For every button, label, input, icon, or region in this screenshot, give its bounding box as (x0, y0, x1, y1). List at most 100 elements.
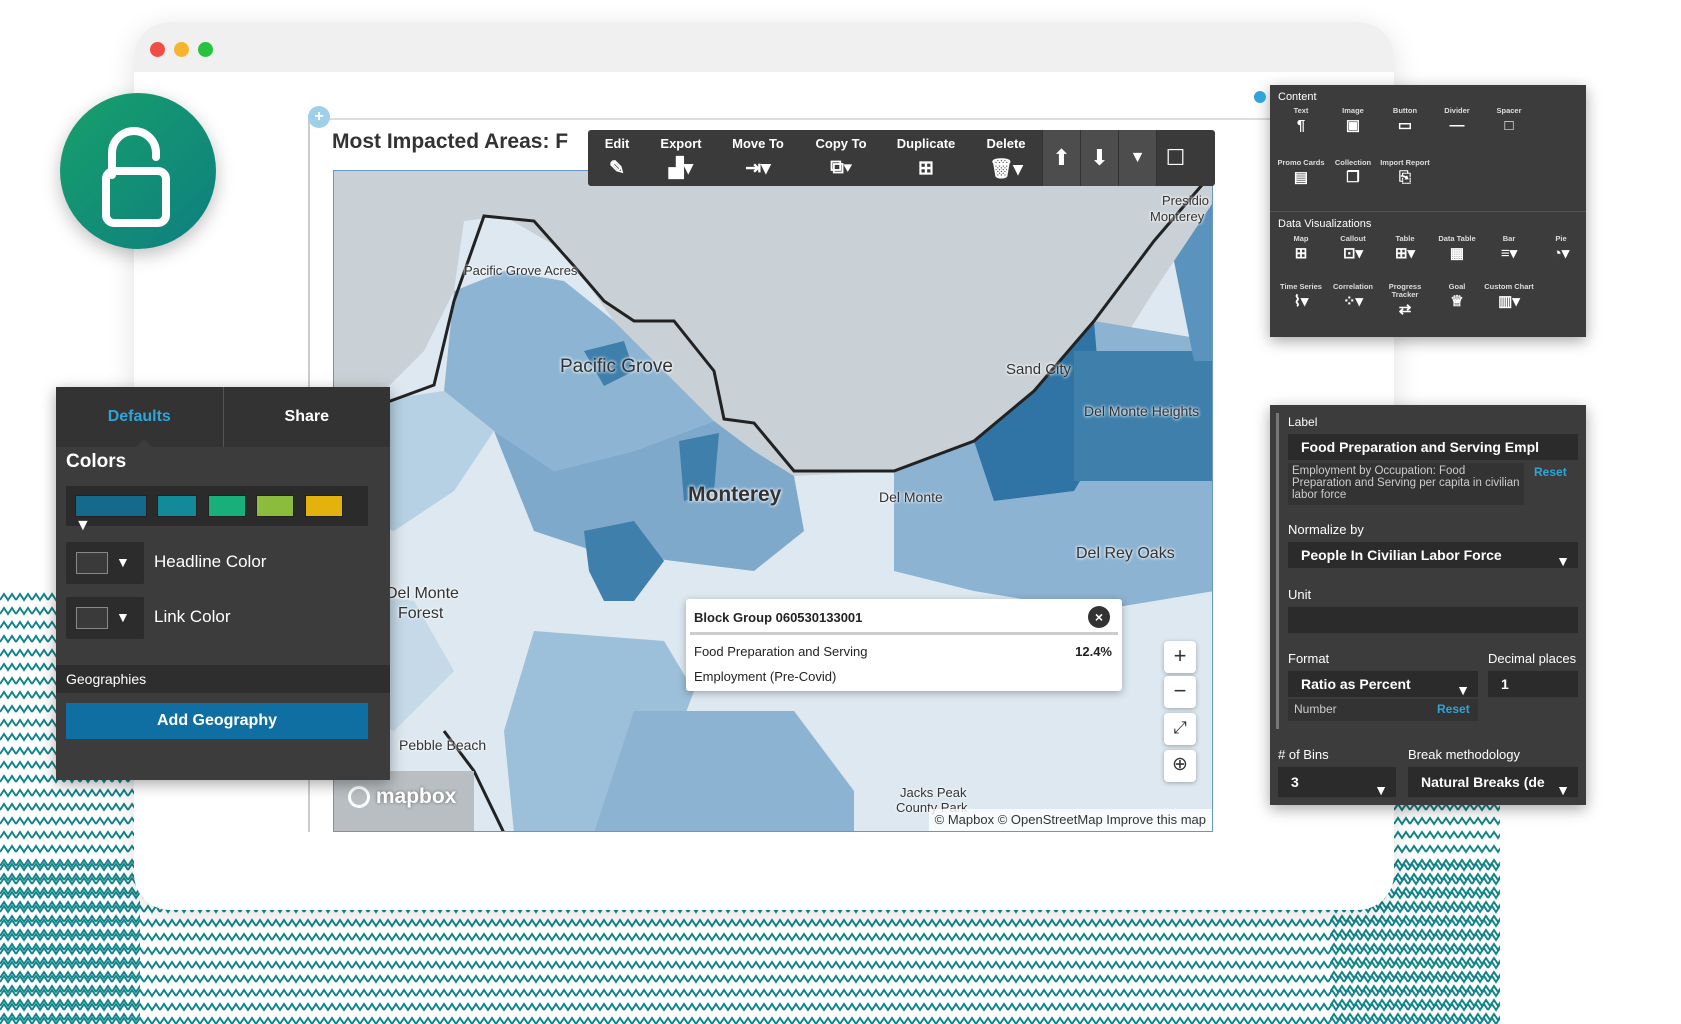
content-heading: Content (1278, 91, 1317, 103)
import-report-icon: ⎘ (1398, 169, 1411, 186)
popup-metric-value: 12.4% (1075, 644, 1112, 659)
content-item-text[interactable]: Text ¶ (1274, 107, 1328, 134)
export-button[interactable]: Export ▟▾ (646, 130, 716, 186)
viz-item-label: Custom Chart (1484, 282, 1534, 291)
move-up-arrow-icon[interactable]: ⬆ (1042, 130, 1080, 186)
panel-tabs: Defaults Share (56, 387, 390, 447)
palette-picker[interactable]: ▼ (66, 486, 368, 534)
choropleth-map[interactable]: Pacific Grove Acres Pacific Grove Monter… (333, 170, 1213, 832)
copy-to-button[interactable]: Copy To ⧉▾ (800, 130, 882, 186)
format-value: Ratio as Percent (1301, 676, 1411, 692)
unit-input[interactable] (1288, 607, 1578, 633)
content-item-button[interactable]: Button ▭ (1378, 107, 1432, 134)
label-del-monte-forest-line2: Forest (398, 605, 444, 622)
chevron-down-icon: ▼ (116, 554, 130, 570)
palette-swatch-2 (157, 495, 198, 517)
more-dropdown-icon[interactable]: ▼ (1118, 130, 1156, 186)
chevron-down-icon: ▼ (116, 609, 130, 625)
content-item-image[interactable]: Image ▣ (1326, 107, 1380, 134)
normalize-select[interactable]: People In Civilian Labor Force ▼ (1288, 542, 1578, 569)
break-select[interactable]: Natural Breaks (de ▼ (1408, 767, 1578, 797)
break-value: Natural Breaks (de (1421, 774, 1545, 790)
maximize-window-dot[interactable] (198, 42, 213, 57)
viz-item-progress-tracker[interactable]: Progress Tracker ⇄ (1378, 283, 1432, 318)
colors-heading: Colors (66, 451, 127, 472)
fullscreen-button[interactable]: ⤢ (1164, 713, 1196, 745)
popup-divider (690, 632, 1118, 635)
table-icon: ⊞▾ (1394, 245, 1416, 262)
format-heading: Format (1288, 651, 1330, 666)
select-block-icon[interactable]: ☐ (1156, 130, 1194, 186)
time-series-icon: ⌇▾ (1293, 293, 1309, 310)
headline-color-picker[interactable]: ▼ (66, 542, 144, 584)
add-block-icon[interactable]: + (308, 106, 330, 128)
decimal-heading: Decimal places (1488, 651, 1577, 666)
correlation-icon: ⁘▾ (1342, 293, 1364, 310)
content-item-spacer[interactable]: Spacer □ (1482, 107, 1536, 134)
viz-item-map[interactable]: Map ⊞ (1274, 235, 1328, 262)
add-geography-button[interactable]: Add Geography (66, 703, 368, 739)
normalize-heading: Normalize by (1288, 522, 1364, 537)
viz-item-table[interactable]: Table ⊞▾ (1378, 235, 1432, 262)
viz-item-label: Map (1293, 234, 1309, 243)
palette-swatch-5 (304, 495, 343, 517)
zoom-out-button[interactable]: − (1164, 676, 1196, 708)
normalize-value: People In Civilian Labor Force (1301, 547, 1502, 563)
locate-button[interactable]: ⊕ (1164, 750, 1196, 782)
content-item-collection[interactable]: Collection ❐ (1326, 159, 1380, 186)
viz-item-label: Data Table (1438, 234, 1476, 243)
link-color-swatch (76, 607, 108, 629)
viz-item-callout[interactable]: Callout ⊡▾ (1326, 235, 1380, 262)
progress-tracker-icon: ⇄ (1398, 301, 1412, 318)
move-to-button[interactable]: Move To ⇥▾ (716, 130, 800, 186)
map-attribution[interactable]: © Mapbox © OpenStreetMap Improve this ma… (928, 809, 1212, 831)
viz-item-time-series[interactable]: Time Series ⌇▾ (1274, 283, 1328, 310)
viz-item-pie[interactable]: Pie ◔▾ (1534, 235, 1588, 262)
format-select[interactable]: Ratio as Percent ▼ (1288, 671, 1478, 698)
bins-value: 3 (1291, 774, 1299, 790)
viz-item-label: Bar (1502, 234, 1516, 243)
viz-item-data-table[interactable]: Data Table ▦ (1430, 235, 1484, 262)
link-color-picker[interactable]: ▼ (66, 597, 144, 639)
report-top-border (310, 118, 1310, 120)
content-item-import-report[interactable]: Import Report ⎘ (1378, 159, 1432, 186)
report-title: Most Impacted Areas: F (332, 130, 569, 153)
delete-button[interactable]: Delete 🗑▾ (970, 130, 1042, 186)
export-label: Export (660, 136, 702, 151)
label-heading: Label (1288, 415, 1318, 429)
popup-close-icon[interactable]: × (1088, 606, 1110, 628)
label-monterey: Monterey (688, 483, 782, 506)
edit-button[interactable]: Edit ✎ (588, 130, 646, 186)
label-presidio-line1: Presidio (1162, 193, 1209, 208)
label-presidio-line2: Monterey (1150, 209, 1205, 224)
label-reset-link[interactable]: Reset (1534, 465, 1567, 479)
chevron-down-icon: ▼ (1374, 782, 1388, 798)
callout-icon: ⊡▾ (1342, 245, 1364, 262)
viz-item-custom-chart[interactable]: Custom Chart ▥▾ (1482, 283, 1536, 310)
decimal-input[interactable]: 1 (1488, 671, 1578, 697)
palette-swatch-3 (207, 495, 246, 517)
content-item-label: Import Report (1380, 158, 1430, 167)
viz-item-label: Table (1395, 234, 1415, 243)
label-input[interactable]: Food Preparation and Serving Empl (1288, 434, 1578, 460)
export-chart-icon: ▟▾ (668, 158, 694, 179)
trash-icon: 🗑▾ (989, 159, 1023, 180)
content-item-divider[interactable]: Divider — (1430, 107, 1484, 134)
label-jacks-peak: Jacks Peak (900, 785, 967, 800)
duplicate-button[interactable]: Duplicate ⊞ (882, 130, 970, 186)
format-reset-link[interactable]: Reset (1437, 702, 1470, 716)
label-del-rey-oaks: Del Rey Oaks (1076, 545, 1175, 562)
content-item-promo-cards[interactable]: Promo Cards ▤ (1274, 159, 1328, 186)
viz-item-correlation[interactable]: Correlation ⁘▾ (1326, 283, 1380, 310)
viz-item-goal[interactable]: Goal ♕ (1430, 283, 1484, 310)
viz-item-bar[interactable]: Bar ≡▾ (1482, 235, 1536, 262)
move-down-arrow-icon[interactable]: ⬇ (1080, 130, 1118, 186)
bins-select[interactable]: 3 ▼ (1278, 767, 1396, 798)
tab-share[interactable]: Share (224, 387, 391, 447)
zoom-in-button[interactable]: + (1164, 641, 1196, 673)
minimize-window-dot[interactable] (174, 42, 189, 57)
tab-defaults[interactable]: Defaults (56, 387, 224, 447)
close-window-dot[interactable] (150, 42, 165, 57)
paragraph-icon: ¶ (1296, 117, 1306, 134)
mapbox-logo[interactable]: mapbox (348, 785, 456, 809)
